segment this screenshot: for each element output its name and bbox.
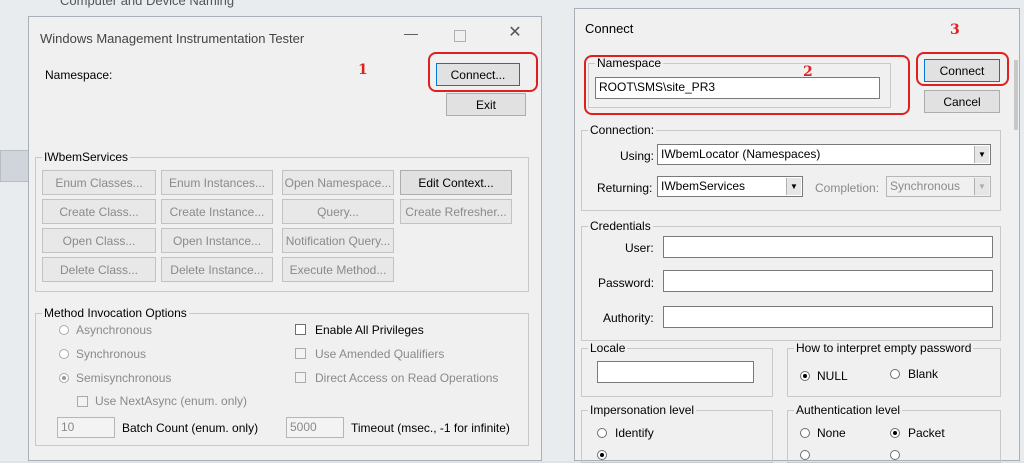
blank-radio[interactable] bbox=[890, 369, 900, 379]
null-radio[interactable] bbox=[800, 371, 810, 381]
direct-access-label: Direct Access on Read Operations bbox=[315, 371, 499, 385]
open-instance-button[interactable]: Open Instance... bbox=[161, 228, 273, 253]
enum-classes-button[interactable]: Enum Classes... bbox=[42, 170, 156, 195]
auth-packet-radio[interactable] bbox=[890, 428, 900, 438]
auth-next-radio[interactable] bbox=[800, 450, 810, 460]
auth-none-radio[interactable] bbox=[800, 428, 810, 438]
completion-label: Completion: bbox=[815, 181, 880, 195]
locale-legend: Locale bbox=[590, 341, 626, 355]
annotation-marker-3: 3 bbox=[950, 22, 960, 38]
connection-group: Connection: bbox=[581, 123, 1001, 211]
create-instance-button[interactable]: Create Instance... bbox=[161, 199, 273, 224]
use-amended-qualifiers-checkbox[interactable] bbox=[295, 348, 306, 359]
create-class-button[interactable]: Create Class... bbox=[42, 199, 156, 224]
semisynchronous-label: Semisynchronous bbox=[76, 371, 172, 385]
returning-label: Returning: bbox=[597, 181, 653, 195]
synchronous-radio[interactable] bbox=[59, 349, 69, 359]
returning-select[interactable]: IWbemServices ▼ bbox=[657, 176, 803, 197]
use-nextasync-label: Use NextAsync (enum. only) bbox=[95, 394, 248, 408]
asynchronous-radio[interactable] bbox=[59, 325, 69, 335]
user-input[interactable] bbox=[663, 236, 993, 258]
batch-count-input[interactable]: 10 bbox=[57, 417, 115, 438]
annotation-ring-dialog-connect bbox=[916, 52, 1009, 86]
close-button[interactable]: ✕ bbox=[503, 21, 527, 45]
authority-label: Authority: bbox=[603, 311, 654, 325]
authentication-legend: Authentication level bbox=[796, 403, 901, 417]
enable-all-privileges-checkbox[interactable] bbox=[295, 324, 306, 335]
cancel-button[interactable]: Cancel bbox=[924, 90, 1000, 113]
maximize-button[interactable] bbox=[454, 30, 466, 42]
chevron-down-icon: ▼ bbox=[974, 146, 989, 163]
open-class-button[interactable]: Open Class... bbox=[42, 228, 156, 253]
credentials-legend: Credentials bbox=[590, 219, 651, 233]
impersonation-next-radio[interactable] bbox=[597, 450, 607, 460]
annotation-marker-1: 1 bbox=[358, 62, 368, 78]
connection-legend: Connection: bbox=[590, 123, 655, 137]
using-label: Using: bbox=[620, 149, 655, 163]
semisynchronous-radio[interactable] bbox=[59, 373, 69, 383]
use-nextasync-checkbox[interactable] bbox=[77, 396, 88, 407]
completion-select-value: Synchronous bbox=[890, 179, 961, 193]
timeout-input[interactable]: 5000 bbox=[286, 417, 344, 438]
enable-all-privileges-label: Enable All Privileges bbox=[315, 323, 424, 337]
using-select-value: IWbemLocator (Namespaces) bbox=[661, 147, 821, 161]
connect-dialog-title: Connect bbox=[585, 21, 634, 36]
create-refresher-button[interactable]: Create Refresher... bbox=[400, 199, 512, 224]
locale-input[interactable] bbox=[597, 361, 754, 383]
dialog-scrollbar[interactable] bbox=[1014, 60, 1018, 130]
empty-password-legend: How to interpret empty password bbox=[796, 341, 972, 355]
enum-instances-button[interactable]: Enum Instances... bbox=[161, 170, 273, 195]
edit-context-button[interactable]: Edit Context... bbox=[400, 170, 512, 195]
password-input[interactable] bbox=[663, 270, 993, 292]
use-amended-qualifiers-label: Use Amended Qualifiers bbox=[315, 347, 445, 361]
asynchronous-label: Asynchronous bbox=[76, 323, 153, 337]
delete-class-button[interactable]: Delete Class... bbox=[42, 257, 156, 282]
chevron-down-icon: ▼ bbox=[786, 178, 801, 195]
auth-none-label: None bbox=[817, 426, 846, 440]
open-namespace-button[interactable]: Open Namespace... bbox=[282, 170, 394, 195]
user-label: User: bbox=[625, 241, 654, 255]
identify-radio[interactable] bbox=[597, 428, 607, 438]
delete-instance-button[interactable]: Delete Instance... bbox=[161, 257, 273, 282]
query-button[interactable]: Query... bbox=[282, 199, 394, 224]
blank-label: Blank bbox=[908, 367, 939, 381]
annotation-ring-connect bbox=[428, 52, 538, 92]
completion-select[interactable]: Synchronous ▼ bbox=[886, 176, 991, 197]
null-label: NULL bbox=[817, 369, 848, 383]
method-invocation-legend: Method Invocation Options bbox=[44, 306, 187, 320]
returning-select-value: IWbemServices bbox=[661, 179, 746, 193]
minimize-button[interactable]: — bbox=[401, 21, 421, 45]
exit-button[interactable]: Exit bbox=[446, 93, 526, 116]
using-select[interactable]: IWbemLocator (Namespaces) ▼ bbox=[657, 144, 991, 165]
auth-packet-label: Packet bbox=[908, 426, 945, 440]
execute-method-button[interactable]: Execute Method... bbox=[282, 257, 394, 282]
impersonation-legend: Impersonation level bbox=[590, 403, 695, 417]
impersonation-group: Impersonation level bbox=[581, 403, 773, 463]
wmi-window-title: Windows Management Instrumentation Teste… bbox=[40, 31, 305, 46]
authority-input[interactable] bbox=[663, 306, 993, 328]
annotation-ring-namespace bbox=[584, 55, 910, 115]
direct-access-checkbox[interactable] bbox=[295, 372, 306, 383]
synchronous-label: Synchronous bbox=[76, 347, 147, 361]
password-label: Password: bbox=[598, 276, 655, 290]
background-side-tab bbox=[0, 150, 30, 182]
chevron-down-icon: ▼ bbox=[974, 178, 989, 195]
background-title: Computer and Device Naming bbox=[60, 0, 235, 8]
batch-count-label: Batch Count (enum. only) bbox=[122, 421, 259, 435]
timeout-label: Timeout (msec., -1 for infinite) bbox=[351, 421, 510, 435]
namespace-label: Namespace: bbox=[45, 68, 113, 82]
identify-label: Identify bbox=[615, 426, 654, 440]
notification-query-button[interactable]: Notification Query... bbox=[282, 228, 394, 253]
auth-next-radio-2[interactable] bbox=[890, 450, 900, 460]
iwbemservices-legend: IWbemServices bbox=[44, 150, 129, 164]
